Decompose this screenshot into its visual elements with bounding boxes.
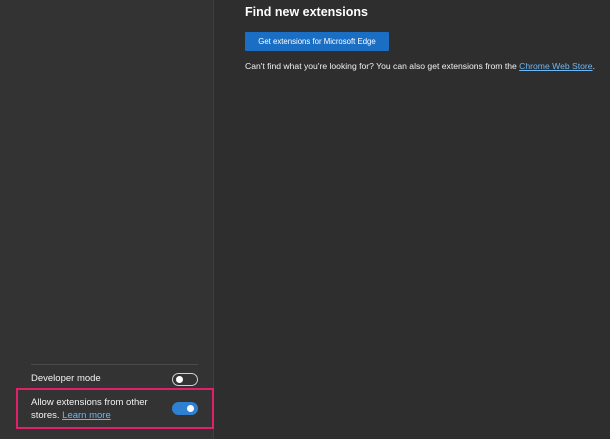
developer-mode-setting: Developer mode [31, 372, 201, 386]
allow-other-stores-label-line2: stores. [31, 410, 60, 421]
allow-other-stores-label-line1: Allow extensions from other [31, 397, 148, 408]
learn-more-link[interactable]: Learn more [62, 410, 111, 421]
allow-other-stores-setting: Allow extensions from other stores. Lear… [31, 396, 201, 424]
developer-mode-toggle[interactable] [172, 373, 198, 386]
get-extensions-button[interactable]: Get extensions for Microsoft Edge [245, 32, 389, 51]
find-new-extensions-heading: Find new extensions [245, 5, 368, 19]
allow-other-stores-toggle[interactable] [172, 402, 198, 415]
sidebar-divider [31, 364, 198, 365]
chrome-store-info-text: Can't find what you're looking for? You … [245, 61, 595, 72]
toggle-knob [187, 405, 194, 412]
edge-extensions-page: Developer mode Allow extensions from oth… [0, 0, 610, 439]
main-content: Find new extensions Get extensions for M… [214, 0, 610, 439]
info-text-prefix: Can't find what you're looking for? You … [245, 61, 520, 71]
chrome-web-store-link[interactable]: Chrome Web Store [519, 61, 592, 71]
developer-mode-label: Developer mode [31, 373, 101, 384]
allow-other-stores-label: Allow extensions from other stores. Lear… [31, 396, 151, 422]
toggle-knob [176, 376, 183, 383]
info-text-suffix: . [592, 61, 595, 71]
sidebar: Developer mode Allow extensions from oth… [0, 0, 214, 439]
